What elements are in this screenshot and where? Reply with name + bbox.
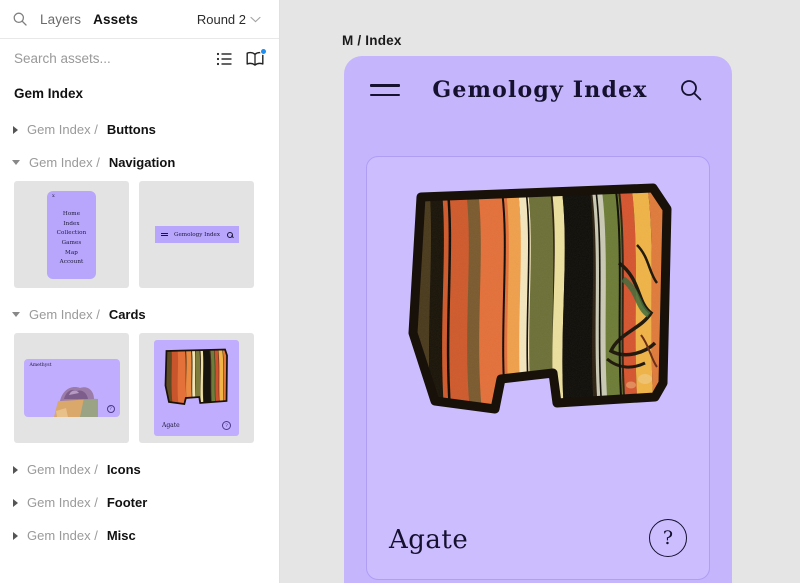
tree-group-icons[interactable]: Gem Index / Icons bbox=[0, 453, 279, 486]
asset-thumb-nav-bar[interactable]: Gemology Index bbox=[139, 181, 254, 288]
gem-card[interactable]: Agate ? bbox=[366, 156, 710, 580]
figma-like-app-window: Layers Assets Round 2 bbox=[0, 0, 800, 583]
asset-thumb-card-amethyst[interactable]: Amethyst ? bbox=[14, 333, 129, 443]
mini-nav-bar: Gemology Index bbox=[155, 226, 239, 243]
tree-group-buttons[interactable]: Gem Index / Buttons bbox=[0, 113, 279, 146]
chevron-right-icon[interactable] bbox=[13, 499, 18, 507]
list-view-icon[interactable] bbox=[215, 49, 235, 69]
mini-card-amethyst: Amethyst ? bbox=[24, 359, 120, 417]
group-prefix: Gem Index / bbox=[27, 122, 98, 137]
mini-nav-menu: x Home Index Collection Games Map Accoun… bbox=[47, 191, 96, 279]
hamburger-icon[interactable] bbox=[370, 84, 400, 95]
library-book-icon[interactable] bbox=[245, 49, 265, 69]
mini-close-label: x bbox=[52, 194, 55, 199]
page-title: Gemology Index bbox=[400, 77, 680, 103]
mini-menu-item: Index bbox=[63, 220, 79, 229]
mini-card-name: Amethyst bbox=[30, 363, 52, 368]
group-prefix: Gem Index / bbox=[27, 528, 98, 543]
group-prefix: Gem Index / bbox=[27, 495, 98, 510]
agate-thumb-image bbox=[163, 348, 230, 408]
group-name: Misc bbox=[107, 528, 136, 543]
asset-thumb-card-agate[interactable]: Agate ? bbox=[139, 333, 254, 443]
search-icon bbox=[227, 232, 233, 238]
chevron-right-icon[interactable] bbox=[13, 532, 18, 540]
mini-menu-item: Games bbox=[62, 239, 82, 248]
mini-card-agate: Agate ? bbox=[154, 340, 239, 436]
tree-group-navigation[interactable]: Gem Index / Navigation bbox=[0, 146, 279, 179]
asset-thumb-nav-menu[interactable]: x Home Index Collection Games Map Accoun… bbox=[14, 181, 129, 288]
tree-group-cards[interactable]: Gem Index / Cards bbox=[0, 298, 279, 331]
breadcrumb: M / Index bbox=[342, 33, 402, 48]
chevron-down-icon bbox=[250, 16, 261, 23]
tree-group-footer[interactable]: Gem Index / Footer bbox=[0, 486, 279, 519]
tab-layers[interactable]: Layers bbox=[40, 12, 81, 27]
panel-tab-bar: Layers Assets Round 2 bbox=[0, 0, 279, 39]
search-icon[interactable] bbox=[680, 79, 702, 101]
search-icon[interactable] bbox=[12, 11, 28, 27]
app-header: Gemology Index bbox=[344, 56, 732, 124]
navigation-thumbnails: x Home Index Collection Games Map Accoun… bbox=[0, 179, 279, 298]
chevron-down-icon[interactable] bbox=[12, 160, 20, 165]
chevron-down-icon[interactable] bbox=[12, 312, 20, 317]
round-selector[interactable]: Round 2 bbox=[197, 12, 267, 27]
group-name: Icons bbox=[107, 462, 141, 477]
mini-card-name: Agate bbox=[162, 422, 180, 429]
notification-badge bbox=[260, 48, 267, 55]
group-name: Cards bbox=[109, 307, 146, 322]
design-canvas[interactable]: M / Index Gemology Index bbox=[280, 0, 800, 583]
gem-name: Agate bbox=[389, 525, 468, 555]
mini-menu-item: Collection bbox=[57, 229, 87, 238]
search-input[interactable] bbox=[14, 51, 205, 66]
mini-help-button: ? bbox=[222, 421, 231, 430]
card-thumbnails: Amethyst ? bbox=[0, 331, 279, 453]
tab-assets[interactable]: Assets bbox=[93, 12, 138, 27]
tree-group-misc[interactable]: Gem Index / Misc bbox=[0, 519, 279, 552]
mini-nav-title: Gemology Index bbox=[174, 232, 221, 238]
mini-menu-item: Account bbox=[60, 258, 84, 267]
library-title: Gem Index bbox=[0, 78, 279, 113]
round-selector-label: Round 2 bbox=[197, 12, 246, 27]
group-prefix: Gem Index / bbox=[29, 155, 100, 170]
chevron-right-icon[interactable] bbox=[13, 126, 18, 134]
group-name: Buttons bbox=[107, 122, 156, 137]
mini-menu-item: Home bbox=[63, 210, 80, 219]
hamburger-icon bbox=[161, 233, 168, 237]
mini-menu-item: Map bbox=[65, 249, 78, 258]
group-prefix: Gem Index / bbox=[29, 307, 100, 322]
help-button[interactable]: ? bbox=[649, 519, 687, 557]
assets-search-row bbox=[0, 39, 279, 78]
artboard-index-frame[interactable]: Gemology Index bbox=[344, 56, 732, 583]
assets-tree: Gem Index / Buttons Gem Index / Navigati… bbox=[0, 113, 279, 583]
group-name: Navigation bbox=[109, 155, 175, 170]
group-name: Footer bbox=[107, 495, 147, 510]
group-prefix: Gem Index / bbox=[27, 462, 98, 477]
chevron-right-icon[interactable] bbox=[13, 466, 18, 474]
assets-sidebar: Layers Assets Round 2 bbox=[0, 0, 280, 583]
mini-help-button: ? bbox=[107, 405, 115, 413]
gem-image bbox=[405, 183, 675, 423]
amethyst-icon bbox=[50, 375, 102, 417]
